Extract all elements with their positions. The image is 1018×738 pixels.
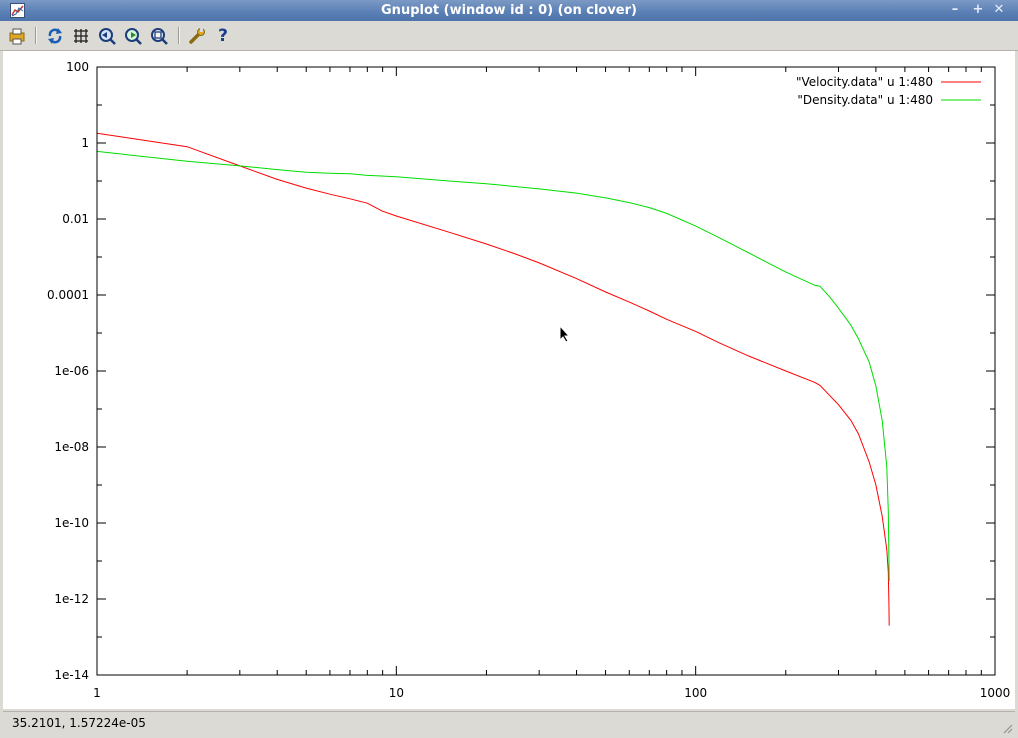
y-tick-label: 1	[81, 136, 89, 150]
series-line-density	[96, 150, 890, 581]
y-tick-label: 1e-06	[54, 364, 89, 378]
cursor-coordinates: 35.2101, 1.57224e-05	[12, 716, 146, 730]
grid-icon[interactable]	[71, 26, 91, 46]
toolbar: ?	[0, 21, 1018, 51]
y-tick-label: 0.01	[62, 212, 89, 226]
title-bar: Gnuplot (window id : 0) (on clover) – + …	[0, 0, 1018, 21]
x-tick-label: 1	[93, 686, 101, 700]
toolbar-separator	[35, 27, 37, 44]
resize-grip-icon[interactable]	[1001, 722, 1013, 734]
plot-area[interactable]: 1 10 100 1000 100 1 0.01 0.0001 1e-06 1e-08 1e-10 1…	[3, 51, 1015, 709]
replot-icon[interactable]	[45, 26, 65, 46]
x-tick-label: 10	[389, 686, 404, 700]
x-tick-label: 1000	[980, 686, 1011, 700]
close-icon[interactable]: ✕	[990, 2, 1008, 18]
plot-border	[96, 66, 996, 676]
mouse-pointer-icon	[559, 325, 571, 343]
chart: 1 10 100 1000 100 1 0.01 0.0001 1e-06 1e-08 1e-10 1…	[47, 60, 1011, 700]
options-icon[interactable]	[187, 26, 207, 46]
y-tick-label: 1e-12	[54, 592, 89, 606]
zoom-forward-icon[interactable]	[123, 26, 143, 46]
legend-label: "Velocity.data" u 1:480	[796, 75, 933, 89]
minimize-icon[interactable]: –	[946, 2, 964, 18]
legend-label: "Density.data" u 1:480	[797, 93, 933, 107]
unzoom-icon[interactable]	[149, 26, 169, 46]
x-tick-label: 100	[684, 686, 707, 700]
toolbar-separator	[178, 27, 180, 44]
maximize-icon[interactable]: +	[969, 2, 987, 18]
series-line-velocity	[96, 132, 890, 626]
help-icon[interactable]: ?	[213, 26, 233, 46]
y-tick-label: 1e-14	[54, 668, 89, 682]
zoom-back-icon[interactable]	[97, 26, 117, 46]
y-tick-label: 0.0001	[47, 288, 89, 302]
status-bar: 35.2101, 1.57224e-05	[3, 711, 1015, 736]
y-tick-label: 1e-10	[54, 516, 89, 530]
window-title: Gnuplot (window id : 0) (on clover)	[381, 3, 637, 18]
print-icon[interactable]	[7, 26, 27, 46]
y-tick-label: 1e-08	[54, 440, 89, 454]
y-tick-label: 100	[66, 60, 89, 74]
